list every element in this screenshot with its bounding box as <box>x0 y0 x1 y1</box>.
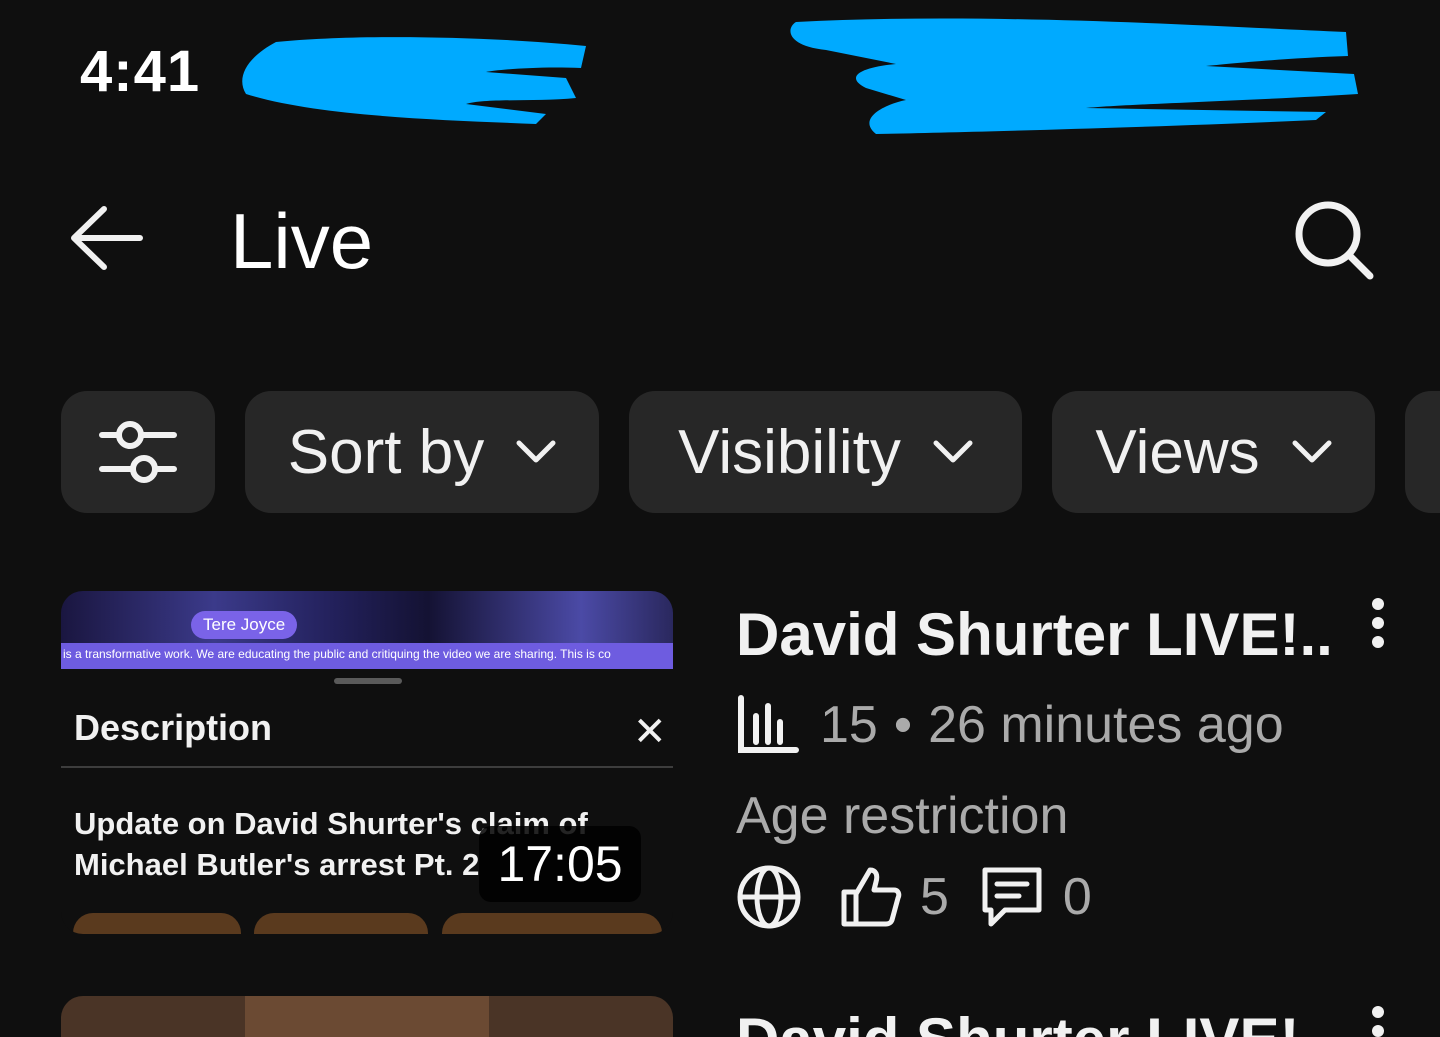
chevron-down-icon <box>516 440 556 464</box>
analytics-bars-icon <box>738 695 799 753</box>
chip-sort-by[interactable]: Sort by <box>245 391 599 513</box>
chevron-down-icon <box>1292 440 1332 464</box>
redaction-scribble-right <box>790 18 1358 134</box>
thumbnail-divider <box>61 766 673 768</box>
filter-settings-button[interactable] <box>61 391 215 513</box>
video-meta-row: 15 • 26 minutes ago <box>736 694 1284 756</box>
thumbnail-art <box>245 996 489 1037</box>
more-options-icon[interactable] <box>1358 1006 1398 1037</box>
chip-label: Visibility <box>678 417 901 487</box>
thumbnail-description-label: Description <box>74 707 273 748</box>
comment-icon <box>982 867 1042 927</box>
thumbnail-ticker-text: is a transformative work. We are educati… <box>63 647 611 661</box>
like-count: 5 <box>920 868 949 926</box>
video-thumbnail[interactable] <box>61 996 673 1037</box>
thumbnail-chip <box>73 913 241 934</box>
video-title[interactable]: David Shurter LIVE! <box>736 1005 1336 1037</box>
search-button[interactable] <box>1284 192 1384 288</box>
upload-age: 26 minutes ago <box>928 696 1284 754</box>
video-stats-row: 5 0 <box>736 864 1122 930</box>
thumbnail-chip <box>254 913 428 934</box>
more-options-icon[interactable] <box>1358 598 1398 658</box>
thumbnail-name-tag: Tere Joyce <box>191 611 298 639</box>
chip-visibility[interactable]: Visibility <box>629 391 1022 513</box>
back-button[interactable] <box>64 198 148 278</box>
chevron-down-icon <box>933 440 973 464</box>
live-videos-screen: 4:41 Live Sort by Visibility Views Tere … <box>0 0 1440 1037</box>
thumbnail-title-line-2: Michael Butler's arrest Pt. 2 <box>74 847 480 882</box>
meta-separator: • <box>893 696 913 754</box>
arrow-left-icon <box>71 206 143 270</box>
redaction-scribble-left <box>242 37 586 124</box>
sliders-icon <box>99 421 177 483</box>
thumbs-up-icon <box>841 867 902 927</box>
thumbnail-banner-art <box>61 591 673 643</box>
thumbnail-ticker: is a transformative work. We are educati… <box>61 643 673 669</box>
chip-label: Views <box>1095 417 1260 487</box>
thumbnail-chip <box>442 913 662 934</box>
globe-icon <box>737 865 801 929</box>
thumbnail-close-icon: ✕ <box>633 710 667 754</box>
view-count: 15 <box>820 696 878 754</box>
chip-next-partial[interactable] <box>1405 391 1440 513</box>
comment-count: 0 <box>1062 868 1092 926</box>
thumbnail-sheet-handle <box>334 678 402 684</box>
search-icon <box>1295 201 1374 280</box>
chip-views[interactable]: Views <box>1052 391 1375 513</box>
page-title: Live <box>230 197 374 285</box>
duration-badge: 17:05 <box>479 826 641 902</box>
video-title[interactable]: David Shurter LIVE!... <box>736 600 1336 669</box>
age-restriction-label: Age restriction <box>736 787 1069 845</box>
status-bar-time: 4:41 <box>80 39 201 104</box>
chip-label: Sort by <box>287 417 485 487</box>
